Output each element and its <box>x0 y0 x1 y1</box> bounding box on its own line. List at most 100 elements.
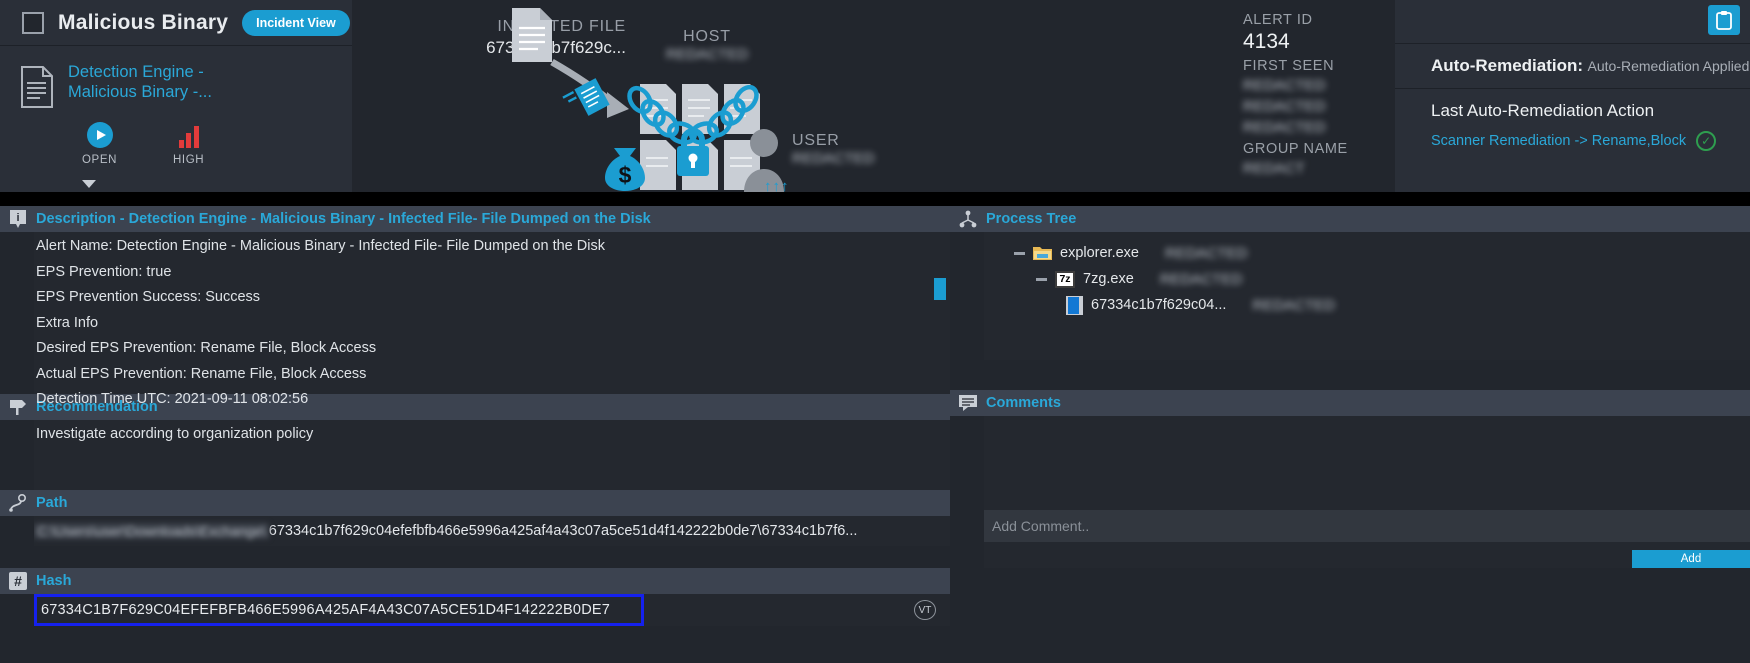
process-tree-icon <box>959 210 977 228</box>
collapse-toggle-icon[interactable] <box>1036 277 1047 281</box>
description-header: i Description - Detection Engine - Malic… <box>0 206 950 232</box>
hash-value: 67334C1B7F629C04EFEFBFB466E5996A425AF4A4… <box>41 602 611 618</box>
add-comment-input[interactable] <box>984 510 1750 542</box>
recommendation-panel: Investigate according to organization po… <box>34 420 950 490</box>
left-detail-column: i Description - Detection Engine - Malic… <box>0 206 950 663</box>
host-block: HOST REDACTED <box>652 28 762 64</box>
alert-id-caption: ALERT ID <box>1243 12 1313 28</box>
path-title: Path <box>36 495 68 511</box>
process-tree-header: Process Tree <box>950 206 1750 232</box>
expand-caret-icon[interactable] <box>82 180 96 188</box>
comments-header: Comments <box>950 390 1750 416</box>
process-meta: REDACTED <box>1159 270 1243 288</box>
virustotal-badge[interactable]: VT <box>914 600 936 620</box>
last-action-row: Scanner Remediation -> Rename,Block ✓ <box>1395 125 1750 151</box>
user-block: USER REDACTED <box>792 132 875 168</box>
alert-status-row: OPEN HIGH <box>0 122 352 166</box>
group-name-caption: GROUP NAME <box>1243 141 1348 157</box>
auto-remediation-label: Auto-Remediation: <box>1431 56 1584 75</box>
description-line: Extra Info <box>36 314 99 331</box>
alert-id-value: 4134 <box>1243 30 1290 53</box>
hash-value-box[interactable]: 67334C1B7F629C04EFEFBFB466E5996A425AF4A4… <box>34 594 644 626</box>
description-line: EPS Prevention: true <box>36 263 172 280</box>
alert-state[interactable]: OPEN <box>82 122 117 166</box>
signpost-icon <box>10 400 26 415</box>
auto-remediation-status: Auto-Remediation Applied <box>1587 58 1750 74</box>
select-alert-checkbox[interactable] <box>22 11 44 34</box>
process-name: explorer.exe <box>1060 245 1139 261</box>
alert-title-bar: Malicious Binary Incident View <box>0 0 352 46</box>
description-line: Alert Name: Detection Engine - Malicious… <box>36 238 605 254</box>
transfer-icon <box>562 78 610 116</box>
alert-meta-panel: ALERT ID 4134 FIRST SEEN REDACTED REDACT… <box>1235 0 1395 192</box>
top-summary-region: Malicious Binary Incident View Detection… <box>0 0 1750 195</box>
infected-file-doc-icon <box>512 8 552 62</box>
document-icon <box>21 66 53 108</box>
process-tree-panel: explorer.exe REDACTED 7z 7zg.exe REDACTE… <box>984 232 1750 360</box>
last-action-title: Last Auto-Remediation Action <box>1431 101 1655 120</box>
path-icon <box>9 493 27 512</box>
remediation-panel: Auto-Remediation: Auto-Remediation Appli… <box>1395 0 1750 192</box>
process-tree-title: Process Tree <box>986 211 1077 227</box>
description-line: Actual EPS Prevention: Rename File, Bloc… <box>36 365 367 382</box>
svg-text:#: # <box>14 573 22 589</box>
recommendation-text: Investigate according to organization po… <box>36 426 314 442</box>
description-line: EPS Prevention Success: Success <box>36 289 261 305</box>
comments-panel: Add <box>984 416 1750 568</box>
alert-engine-row: Detection Engine - Malicious Binary -... <box>0 46 352 108</box>
incident-view-button[interactable]: Incident View <box>242 9 350 36</box>
clipboard-icon[interactable] <box>1708 5 1740 35</box>
process-node[interactable]: 67334c1b7f629c04... REDACTED <box>984 292 1750 318</box>
open-status-icon <box>86 122 113 148</box>
binary-file-icon <box>1066 295 1083 315</box>
description-title: Description - Detection Engine - Malicio… <box>36 211 651 227</box>
comment-icon <box>959 395 977 411</box>
detection-engine-name[interactable]: Detection Engine - Malicious Binary -... <box>68 62 258 108</box>
attack-diagram: INFECTED FILE 67334c1b7f629c... $ HOST R… <box>352 0 1235 195</box>
hash-icon: # <box>9 572 27 590</box>
process-name: 7zg.exe <box>1083 271 1134 287</box>
alert-severity: HIGH <box>173 122 204 166</box>
path-panel: C:\Users\user\Downloads\Exchange\ 67334c… <box>34 516 950 546</box>
first-seen-caption: FIRST SEEN <box>1243 58 1335 74</box>
svg-text:i: i <box>16 212 19 224</box>
user-value: REDACTED <box>792 150 875 167</box>
success-check-icon: ✓ <box>1696 131 1717 151</box>
detail-region: i Description - Detection Engine - Malic… <box>0 206 1750 663</box>
page-title: Malicious Binary <box>58 10 229 34</box>
description-scrollbar[interactable] <box>934 278 946 300</box>
process-meta: REDACTED <box>1165 244 1248 262</box>
process-meta: REDACTED <box>1252 296 1335 314</box>
severity-label: HIGH <box>173 154 205 166</box>
description-panel: Alert Name: Detection Engine - Malicious… <box>34 232 950 407</box>
path-header: Path <box>0 490 950 516</box>
hash-title: Hash <box>36 573 72 589</box>
process-name: 67334c1b7f629c04... <box>1091 297 1227 313</box>
last-action-link[interactable]: Scanner Remediation -> Rename,Block <box>1431 133 1686 149</box>
comments-title: Comments <box>986 395 1061 411</box>
auto-remediation-row: Auto-Remediation: Auto-Remediation Appli… <box>1395 44 1750 89</box>
collapse-toggle-icon[interactable] <box>1014 251 1025 255</box>
description-line: Desired EPS Prevention: Rename File, Blo… <box>36 340 377 356</box>
path-value: 67334c1b7f629c04efefbfb466e5996a425af4a4… <box>268 523 858 539</box>
zip-icon: 7z <box>1055 270 1075 288</box>
description-line: Detection Time UTC: 2021-09-11 08:02:56 <box>36 391 309 407</box>
folder-icon <box>1033 247 1052 260</box>
process-node[interactable]: explorer.exe REDACTED <box>984 240 1750 266</box>
path-redacted-prefix: C:\Users\user\Downloads\Exchange\ <box>34 523 269 539</box>
open-status-label: OPEN <box>82 154 117 166</box>
process-node[interactable]: 7z 7zg.exe REDACTED <box>984 266 1750 292</box>
user-caption: USER <box>792 132 840 149</box>
last-seen-value: REDACTED <box>1243 98 1326 115</box>
section-divider <box>0 192 1750 206</box>
host-caption: HOST <box>683 28 731 45</box>
group-name-value: REDACT <box>1243 160 1305 177</box>
up-arrows-icon: ↑↑↑ <box>764 178 790 195</box>
incident-detail-page: Malicious Binary Incident View Detection… <box>0 0 1750 663</box>
hash-header: # Hash <box>0 568 950 594</box>
hash-panel: 67334C1B7F629C04EFEFBFB466E5996A425AF4A4… <box>34 594 950 626</box>
money-bag-icon: $ <box>605 148 645 191</box>
remediation-toolbar <box>1395 0 1750 44</box>
add-comment-button[interactable]: Add <box>1632 550 1750 568</box>
svg-text:$: $ <box>619 162 632 188</box>
